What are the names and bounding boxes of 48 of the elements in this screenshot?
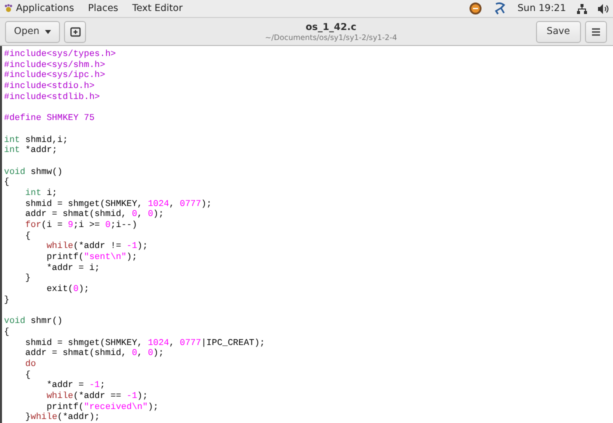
code-line: exit(0); [46, 284, 90, 295]
code-line: #include<sys/ipc.h> [4, 70, 106, 82]
foot-icon [4, 4, 13, 13]
code-line: #include<sys/types.h> [4, 49, 116, 60]
figure-icon[interactable] [492, 2, 507, 15]
code-line: *addr = -1; [46, 380, 106, 391]
code-line: printf("received\n"); [46, 402, 158, 412]
code-line: int shmid,i; [4, 134, 68, 146]
document-plus-icon [70, 26, 81, 36]
code-line: { [24, 370, 31, 380]
round-badge-icon[interactable] [468, 2, 482, 15]
code-line: addr = shmat(shmid, 0, 0); [24, 348, 164, 359]
code-line: #include<sys/shm.h> [4, 60, 106, 70]
code-line: #define SHMKEY 75 [4, 113, 95, 124]
save-button[interactable]: Save [536, 20, 581, 42]
code-line: #include<stdlib.h> [4, 92, 100, 102]
code-line: { [4, 326, 10, 338]
window-title: os_1_42.c [306, 22, 356, 32]
code-line: int *addr; [4, 145, 58, 156]
code-line: } [4, 294, 10, 306]
top-menu[interactable]: Applications [16, 3, 74, 14]
clock[interactable]: Sun 19:21 [518, 3, 566, 14]
caret-icon [45, 30, 52, 34]
new-document-button[interactable] [64, 20, 86, 42]
code-line: #include<stdio.h> [4, 81, 95, 92]
code-line: void shmw() [4, 166, 63, 178]
code-line: { [24, 230, 31, 242]
code-line: shmid = shmget(SHMKEY, 1024, 0777); [24, 198, 212, 210]
code-line: }while(*addr); [24, 412, 100, 423]
code-line: while(*addr != -1); [46, 241, 148, 252]
code-line: while(*addr == -1); [46, 391, 148, 402]
speaker-icon[interactable] [598, 4, 609, 14]
top-menu[interactable]: Text Editor [132, 3, 183, 14]
network-icon[interactable] [577, 4, 587, 14]
code-line: { [4, 177, 10, 188]
code-line: addr = shmat(shmid, 0, 0); [24, 209, 164, 220]
code-line: shmid = shmget(SHMKEY, 1024, 0777|IPC_CREAT); [24, 338, 266, 348]
code-line: do [24, 358, 36, 370]
menu-button[interactable] [585, 20, 607, 42]
open-button[interactable]: Open [5, 20, 60, 42]
code-line: for(i = 9;i >= 0;i--) [24, 220, 138, 231]
code-line: } [24, 273, 31, 284]
code-line: void shmr() [4, 316, 63, 327]
code-line: printf("sent\n"); [46, 252, 138, 263]
top-menu[interactable]: Places [88, 3, 118, 14]
menu-icon [592, 28, 600, 36]
code-line: int i; [24, 188, 58, 199]
code-line: *addr = i; [46, 262, 100, 274]
